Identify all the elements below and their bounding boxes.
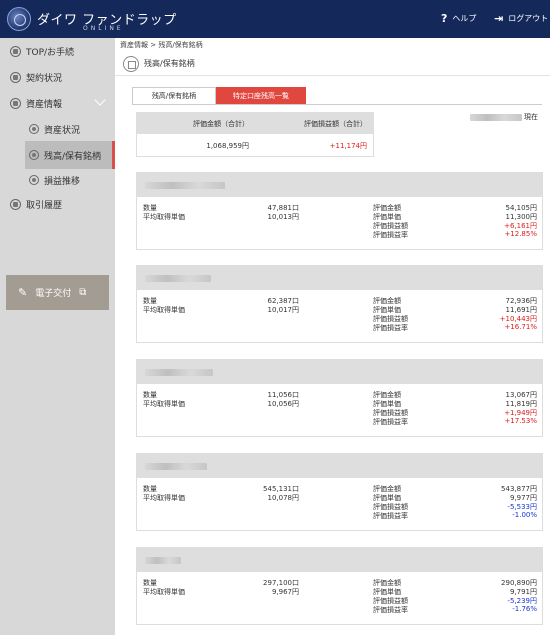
tab-divider bbox=[132, 104, 542, 105]
app-header: ダイワ ファンドラップ ONLINE ? ヘルプ ⇥ ログアウト bbox=[0, 0, 550, 38]
history-icon bbox=[10, 198, 21, 210]
gain-rate-value: -1.00% bbox=[512, 511, 537, 519]
sidebar-item-pl-trend[interactable]: 損益推移 bbox=[25, 169, 115, 191]
main-content: 資産情報 > 残高/保有銘柄 残高/保有銘柄 残高/保有銘柄 特定口座残高一覧 … bbox=[115, 38, 550, 635]
edoc-button[interactable]: ✎ 電子交付 ⧉ bbox=[6, 275, 109, 310]
page-title-icon bbox=[123, 55, 139, 72]
gain-rate-label: 評価損益率 bbox=[373, 606, 408, 614]
tab-bar: 残高/保有銘柄 特定口座残高一覧 bbox=[132, 87, 306, 104]
redacted-date bbox=[470, 113, 522, 121]
sidebar-item-label: 取引履歴 bbox=[26, 200, 63, 211]
tab-holdings[interactable]: 残高/保有銘柄 bbox=[132, 87, 216, 104]
summary-gain-value: +11,174円 bbox=[329, 141, 367, 150]
sidebar-item-asset-status[interactable]: 資産状況 bbox=[25, 118, 115, 140]
edoc-label: 電子交付 bbox=[35, 289, 72, 299]
fund-name-redacted bbox=[145, 556, 181, 564]
avg-price-label: 平均取得単価 bbox=[143, 213, 185, 221]
avg-price-label: 平均取得単価 bbox=[143, 306, 185, 314]
logo-icon[interactable] bbox=[7, 7, 31, 31]
fund-name-redacted bbox=[145, 274, 211, 282]
breadcrumb[interactable]: 資産情報 > 残高/保有銘柄 bbox=[120, 40, 203, 50]
sidebar-item-holdings[interactable]: 残高/保有銘柄 bbox=[25, 141, 115, 169]
avg-price-label: 平均取得単価 bbox=[143, 400, 185, 408]
avg-price-value: 10,017円 bbox=[267, 306, 300, 314]
as-of-date: 現在 bbox=[470, 112, 538, 122]
logo-subtext: ONLINE bbox=[83, 25, 124, 32]
home-icon bbox=[10, 45, 21, 57]
sidebar-item-label: 残高/保有銘柄 bbox=[44, 151, 102, 162]
holding-card: 数量 62,387口 平均取得単価 10,017円 評価金額 72,936円 評… bbox=[136, 265, 543, 343]
sidebar-item-label: 資産情報 bbox=[26, 99, 63, 110]
holding-card: 数量 297,100口 平均取得単価 9,967円 評価金額 290,890円 … bbox=[136, 547, 543, 625]
page-title: 残高/保有銘柄 bbox=[144, 59, 195, 68]
fund-name-redacted bbox=[145, 462, 207, 470]
logout-label: ログアウト bbox=[508, 14, 549, 23]
gain-rate-label: 評価損益率 bbox=[373, 418, 408, 426]
summary-header-eval: 評価金額（合計） bbox=[193, 119, 249, 128]
page-title-row: 残高/保有銘柄 bbox=[115, 52, 550, 76]
help-icon: ? bbox=[441, 12, 448, 25]
avg-price-value: 9,967円 bbox=[271, 588, 299, 596]
fund-name-redacted bbox=[145, 181, 225, 189]
gain-rate-label: 評価損益率 bbox=[373, 324, 408, 332]
avg-price-value: 10,013円 bbox=[267, 213, 300, 221]
help-button[interactable]: ? ヘルプ bbox=[441, 12, 476, 25]
contract-icon bbox=[10, 71, 21, 83]
sidebar-item-top[interactable]: TOP/お手続 bbox=[0, 40, 115, 62]
sidebar: TOP/お手続 契約状況 資産情報 資産状況 残高/保有銘柄 損益推移 取引履歴… bbox=[0, 38, 115, 635]
external-link-icon: ⧉ bbox=[79, 287, 87, 298]
holding-card: 数量 47,881口 平均取得単価 10,013円 評価金額 54,105円 評… bbox=[136, 172, 543, 250]
gain-rate-value: +17.53% bbox=[504, 417, 537, 425]
sidebar-item-label: TOP/お手続 bbox=[26, 47, 75, 58]
sidebar-item-label: 契約状況 bbox=[26, 73, 63, 84]
gain-rate-label: 評価損益率 bbox=[373, 512, 408, 520]
gain-rate-value: +16.71% bbox=[504, 323, 537, 331]
logout-button[interactable]: ⇥ ログアウト bbox=[494, 12, 548, 25]
pen-icon: ✎ bbox=[18, 286, 28, 299]
summary-header-gain: 評価損益額（合計） bbox=[304, 119, 367, 128]
holding-card: 数量 545,131口 平均取得単価 10,078円 評価金額 543,877円… bbox=[136, 453, 543, 531]
logout-icon: ⇥ bbox=[494, 12, 504, 25]
avg-price-label: 平均取得単価 bbox=[143, 494, 185, 502]
holding-card: 数量 11,056口 平均取得単価 10,056円 評価金額 13,067円 評… bbox=[136, 359, 543, 437]
summary-eval-value: 1,068,959円 bbox=[206, 141, 249, 150]
summary-table: 評価金額（合計） 評価損益額（合計） 1,068,959円 +11,174円 bbox=[136, 112, 374, 157]
sidebar-item-label: 損益推移 bbox=[44, 176, 81, 187]
gain-rate-value: -1.76% bbox=[512, 605, 537, 613]
gain-rate-label: 評価損益率 bbox=[373, 231, 408, 239]
sidebar-item-history[interactable]: 取引履歴 bbox=[0, 193, 115, 215]
pl-trend-icon bbox=[29, 175, 39, 185]
sidebar-item-label: 資産状況 bbox=[44, 125, 81, 136]
help-label: ヘルプ bbox=[452, 14, 477, 23]
fund-name-redacted bbox=[145, 368, 213, 376]
as-of-suffix: 現在 bbox=[524, 113, 538, 121]
asset-status-icon bbox=[29, 124, 39, 134]
asset-icon bbox=[10, 97, 21, 109]
avg-price-value: 10,078円 bbox=[267, 494, 300, 502]
avg-price-label: 平均取得単価 bbox=[143, 588, 185, 596]
holdings-icon bbox=[29, 150, 39, 160]
sidebar-item-contract[interactable]: 契約状況 bbox=[0, 66, 115, 88]
avg-price-value: 10,056円 bbox=[267, 400, 300, 408]
gain-rate-value: +12.85% bbox=[504, 230, 537, 238]
tab-specific-account[interactable]: 特定口座残高一覧 bbox=[216, 87, 306, 104]
